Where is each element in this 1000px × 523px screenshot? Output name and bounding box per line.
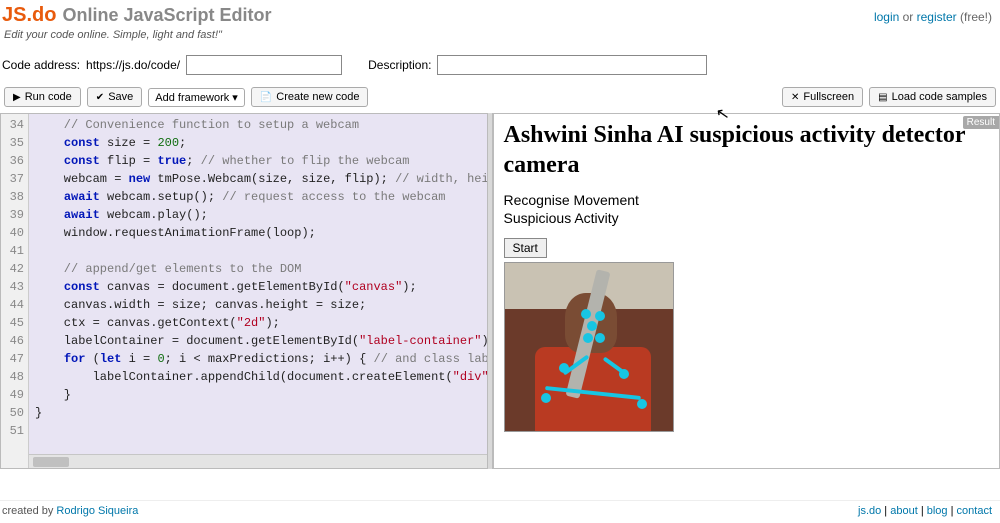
- label-2: Suspicious Activity: [504, 210, 990, 226]
- register-link[interactable]: register: [917, 10, 957, 24]
- address-row: Code address: https://js.do/code/ Descri…: [0, 51, 1000, 85]
- output-pane: Result Ashwini Sinha AI suspicious activ…: [493, 113, 1000, 469]
- output-title: Ashwini Sinha AI suspicious activity det…: [504, 120, 990, 180]
- logo-tagline: Online JavaScript Editor: [62, 5, 271, 26]
- play-icon: ▶: [13, 92, 21, 103]
- new-code-button[interactable]: 📄 Create new code: [251, 87, 369, 107]
- header: JS.do Online JavaScript Editor login or …: [0, 0, 1000, 51]
- footer-link-blog[interactable]: blog: [927, 505, 948, 517]
- panes: 343536373839404142434445464748495051 // …: [0, 113, 1000, 469]
- login-area: login or register (free!): [874, 10, 992, 24]
- start-button[interactable]: Start: [504, 238, 547, 258]
- sub-tagline: Edit your code online. Simple, light and…: [2, 27, 992, 49]
- framework-select[interactable]: Add framework: [148, 88, 245, 107]
- expand-icon: ✕: [791, 92, 799, 103]
- check-icon: ✔: [96, 92, 104, 103]
- footer-link-about[interactable]: about: [890, 505, 918, 517]
- code-area[interactable]: // Convenience function to setup a webca…: [29, 114, 487, 468]
- newcode-label: Create new code: [276, 91, 359, 103]
- code-address-label: Code address:: [2, 58, 80, 72]
- fullscreen-button[interactable]: ✕ Fullscreen: [782, 87, 863, 107]
- webcam-canvas: [504, 262, 674, 432]
- doc-icon: 📄: [260, 92, 272, 103]
- description-input[interactable]: [437, 55, 707, 75]
- code-address-prefix: https://js.do/code/: [86, 58, 180, 72]
- list-icon: ▤: [878, 92, 887, 103]
- save-label: Save: [108, 91, 133, 103]
- load-samples-button[interactable]: ▤ Load code samples: [869, 87, 996, 107]
- label-1: Recognise Movement: [504, 192, 990, 208]
- save-button[interactable]: ✔ Save: [87, 87, 142, 107]
- or-text: or: [899, 10, 916, 24]
- toolbar: ▶ Run code ✔ Save Add framework 📄 Create ne…: [0, 85, 1000, 113]
- author-link[interactable]: Rodrigo Siqueira: [56, 505, 138, 517]
- fullscreen-label: Fullscreen: [803, 91, 854, 103]
- run-button[interactable]: ▶ Run code: [4, 87, 81, 107]
- editor-scrollbar[interactable]: [29, 454, 487, 468]
- created-by-label: created by: [2, 505, 56, 517]
- code-editor[interactable]: 343536373839404142434445464748495051 // …: [0, 113, 487, 469]
- footer-links: js.do | about | blog | contact: [858, 505, 992, 517]
- run-label: Run code: [25, 91, 72, 103]
- description-label: Description:: [368, 58, 431, 72]
- scrollbar-thumb[interactable]: [33, 457, 69, 467]
- footer-link-js.do[interactable]: js.do: [858, 505, 881, 517]
- line-gutter: 343536373839404142434445464748495051: [1, 114, 29, 468]
- footer: created by Rodrigo Siqueira js.do | abou…: [0, 500, 1000, 523]
- code-address-input[interactable]: [186, 55, 342, 75]
- loadsamples-label: Load code samples: [892, 91, 987, 103]
- login-link[interactable]: login: [874, 10, 899, 24]
- free-text: (free!): [957, 10, 992, 24]
- footer-link-contact[interactable]: contact: [957, 505, 992, 517]
- label-container: Recognise Movement Suspicious Activity: [504, 192, 990, 226]
- logo[interactable]: JS.do: [2, 4, 56, 27]
- result-badge: Result: [963, 116, 999, 129]
